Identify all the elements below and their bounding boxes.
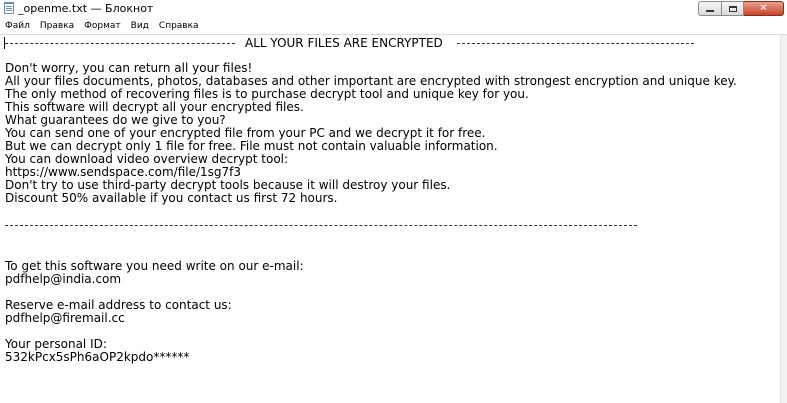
caption-buttons: ✕ <box>698 1 784 16</box>
document-line: Discount 50% available if you contact us… <box>5 191 338 205</box>
window-title: _openme.txt — Блокнот <box>18 2 154 15</box>
heading-rule-left <box>5 43 235 44</box>
maximize-button[interactable] <box>722 1 744 16</box>
maximize-icon <box>728 5 737 12</box>
notepad-window: _openme.txt — Блокнот ✕ Файл Правка Форм… <box>0 0 787 403</box>
menu-file[interactable]: Файл <box>0 21 35 31</box>
vertical-scrollbar[interactable] <box>780 35 787 403</box>
menu-edit[interactable]: Правка <box>35 21 79 31</box>
menu-view[interactable]: Вид <box>126 21 154 31</box>
document-heading: ALL YOUR FILES ARE ENCRYPTED <box>245 36 443 50</box>
heading-line: ALL YOUR FILES ARE ENCRYPTED <box>5 36 695 50</box>
notepad-icon[interactable] <box>4 2 14 14</box>
menu-bar: Файл Правка Формат Вид Справка <box>0 18 787 35</box>
menu-help[interactable]: Справка <box>154 21 204 31</box>
contact-email-primary: pdfhelp@india.com <box>5 272 122 286</box>
minimize-button[interactable] <box>698 1 722 16</box>
text-editor[interactable]: ALL YOUR FILES ARE ENCRYPTED Don't worry… <box>0 35 780 403</box>
separator-rule <box>5 225 637 227</box>
heading-rule-right <box>457 43 694 44</box>
close-icon: ✕ <box>759 2 768 14</box>
personal-id-value: 532kPcx5sPh6aOP2kpdo****** <box>5 350 190 364</box>
title-bar[interactable]: _openme.txt — Блокнот ✕ <box>0 0 787 18</box>
close-button[interactable]: ✕ <box>744 1 784 16</box>
minimize-icon <box>706 10 714 12</box>
menu-format[interactable]: Формат <box>79 21 126 31</box>
contact-email-reserve: pdfhelp@firemail.cc <box>5 311 125 325</box>
